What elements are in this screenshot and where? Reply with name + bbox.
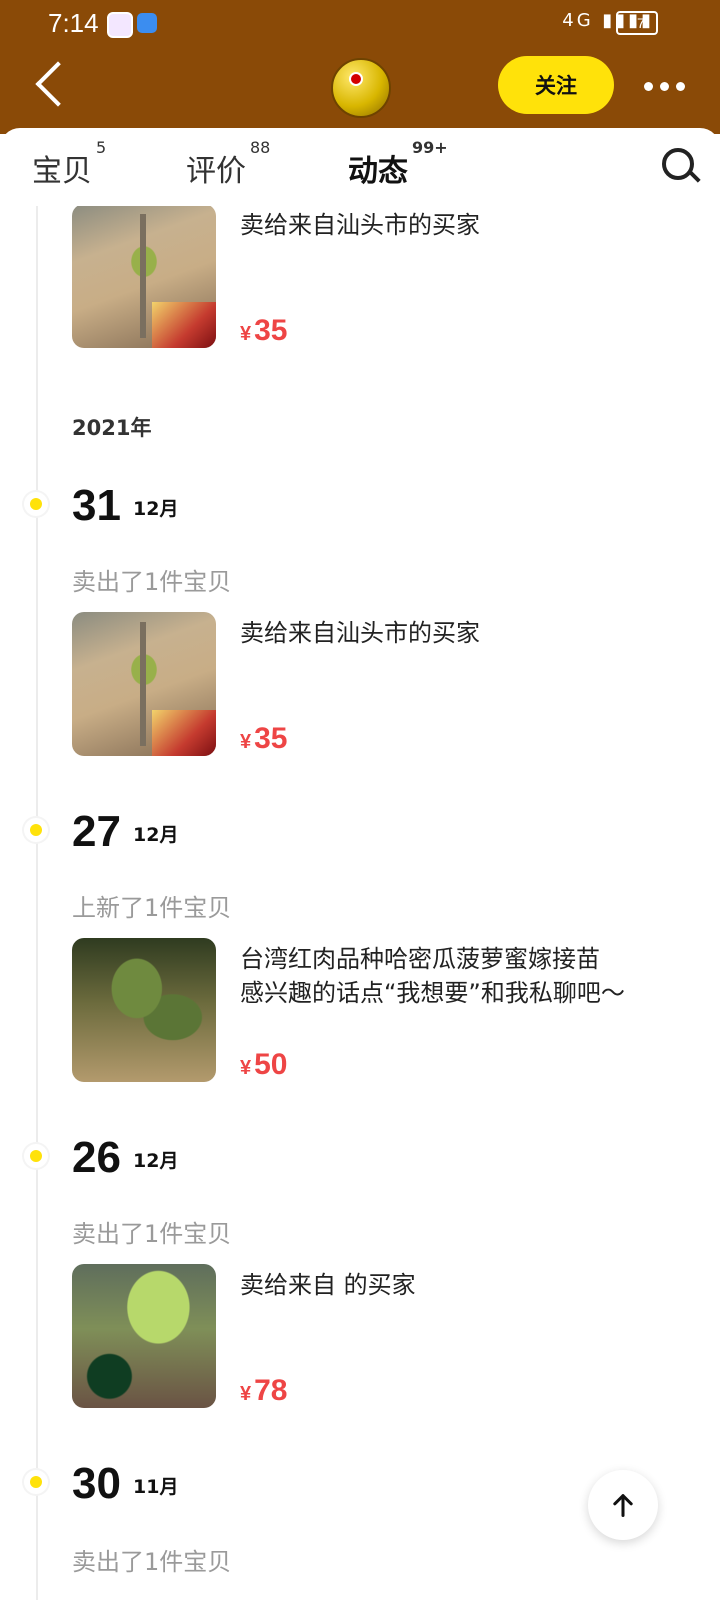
activity-feed[interactable]: 卖给来自汕头市的买家 ¥35 2021年 31 12月 卖出了1件宝贝 卖给来自…	[0, 206, 720, 1600]
list-item[interactable]: 卖给来自 的买家 ¥78	[72, 1264, 692, 1408]
item-title: 台湾红肉品种哈密瓜菠萝蜜嫁接苗 感兴趣的话点“我想要”和我私聊吧～	[240, 945, 625, 1007]
tab-items[interactable]: 宝贝5	[32, 138, 106, 190]
product-thumbnail[interactable]	[72, 612, 216, 756]
gallery-app-icon	[107, 12, 133, 38]
date-day: 30	[72, 1459, 121, 1508]
list-item[interactable]: 卖给来自汕头市的买家 ¥35	[72, 206, 692, 348]
timeline-dot	[24, 1470, 48, 1494]
timeline-dot	[24, 818, 48, 842]
search-icon[interactable]	[662, 148, 694, 180]
more-icon[interactable]	[644, 82, 686, 92]
follow-button[interactable]: 关注	[498, 56, 614, 114]
item-price: ¥50	[240, 1048, 288, 1081]
date-day: 31	[72, 481, 121, 530]
activity-text: 卖出了1件宝贝	[72, 568, 232, 596]
date-month: 12月	[133, 1150, 179, 1172]
arrow-up-icon	[613, 1494, 633, 1518]
avatar[interactable]	[331, 58, 391, 118]
activity-text: 卖出了1件宝贝	[72, 1548, 232, 1576]
date-day: 27	[72, 807, 121, 856]
timeline-dot	[24, 492, 48, 516]
product-thumbnail[interactable]	[72, 938, 216, 1082]
timeline-dot	[24, 1144, 48, 1168]
tab-bar: 宝贝5 评价88 动态99+	[0, 128, 720, 206]
item-price: ¥35	[240, 314, 288, 347]
battery-icon: 67	[616, 11, 658, 35]
timeline-line	[36, 206, 38, 1600]
product-thumbnail[interactable]	[72, 1264, 216, 1408]
item-price: ¥35	[240, 722, 288, 755]
product-thumbnail[interactable]	[72, 206, 216, 348]
item-title: 卖给来自汕头市的买家	[240, 619, 480, 647]
scroll-to-top-button[interactable]	[588, 1470, 658, 1540]
item-title: 卖给来自 的买家	[240, 1271, 416, 1299]
date-month: 12月	[133, 498, 179, 520]
date-month: 12月	[133, 824, 179, 846]
shop-header: 关注	[0, 46, 720, 134]
status-bar: 7:14 4G ▮▮▮▮ 67	[0, 0, 720, 46]
date-day: 26	[72, 1133, 121, 1182]
list-item[interactable]: 卖给来自汕头市的买家 ¥35	[72, 612, 692, 756]
activity-text: 上新了1件宝贝	[72, 894, 232, 922]
activity-text: 卖出了1件宝贝	[72, 1220, 232, 1248]
item-price: ¥78	[240, 1374, 288, 1407]
year-label: 2021年	[72, 416, 152, 440]
date-month: 11月	[133, 1476, 179, 1498]
list-item[interactable]: 台湾红肉品种哈密瓜菠萝蜜嫁接苗 感兴趣的话点“我想要”和我私聊吧～ ¥50	[72, 938, 692, 1082]
weather-app-icon	[137, 13, 157, 33]
item-title: 卖给来自汕头市的买家	[240, 211, 480, 239]
status-time: 7:14	[48, 8, 99, 38]
tab-reviews[interactable]: 评价88	[186, 138, 270, 190]
back-icon[interactable]	[35, 61, 81, 107]
tab-activity[interactable]: 动态99+	[348, 138, 448, 190]
